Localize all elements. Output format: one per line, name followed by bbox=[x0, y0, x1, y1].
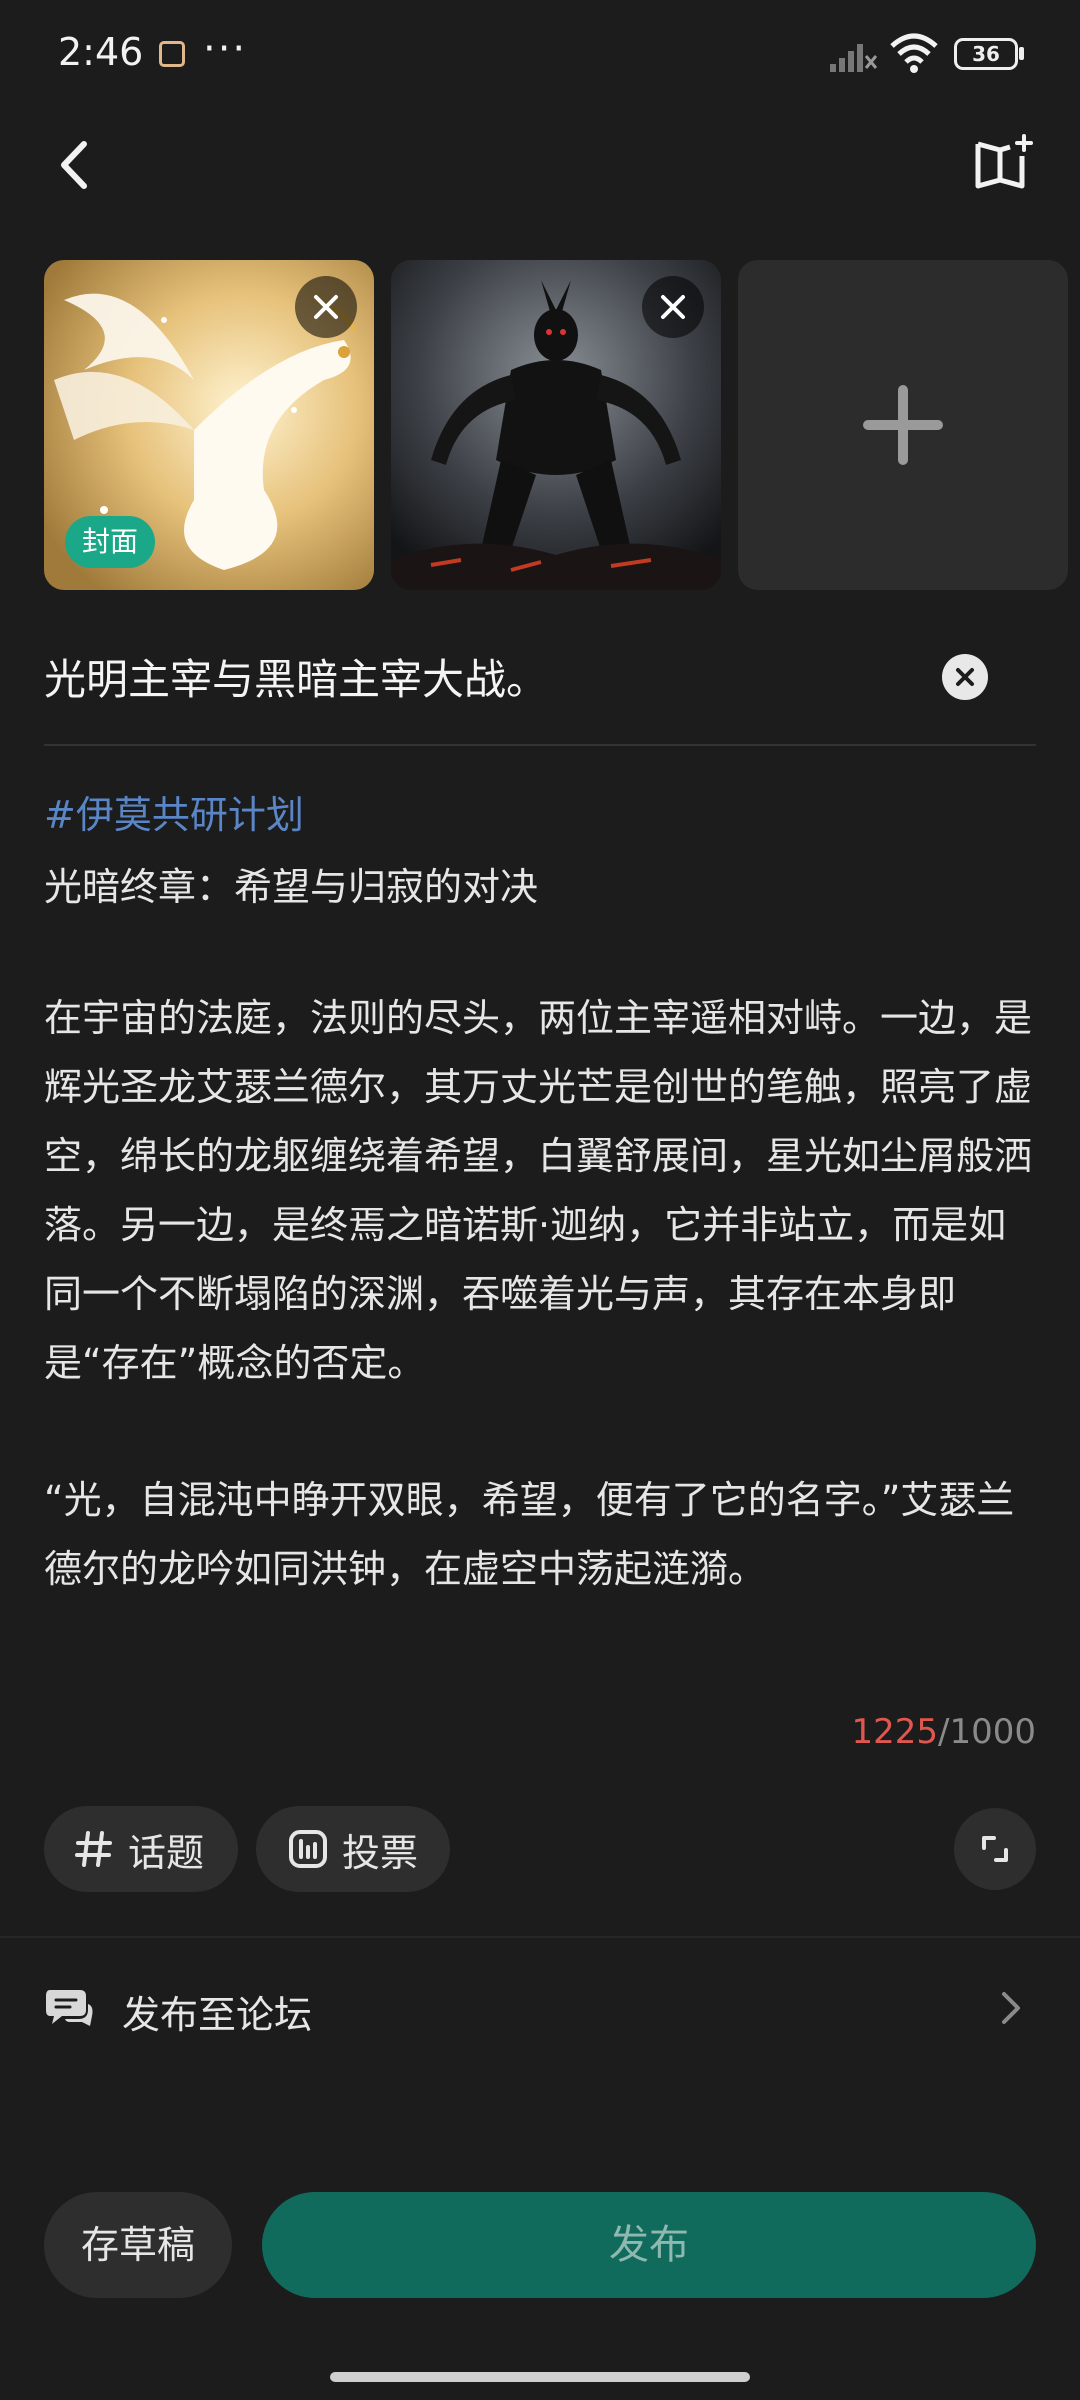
add-image-button[interactable] bbox=[738, 260, 1068, 590]
vote-icon bbox=[289, 1830, 327, 1868]
battery-icon: 36 bbox=[954, 38, 1018, 70]
title-divider bbox=[44, 744, 1036, 746]
clear-title-button[interactable] bbox=[942, 654, 988, 700]
chevron-right-icon bbox=[1002, 1992, 1020, 2024]
clear-icon bbox=[956, 668, 974, 686]
app-badge-icon bbox=[159, 41, 185, 67]
close-icon bbox=[314, 295, 338, 319]
book-add-icon[interactable] bbox=[964, 130, 1044, 200]
battery-tip bbox=[1019, 47, 1024, 60]
post-title-input[interactable]: 光明主宰与黑暗主宰大战。 bbox=[44, 646, 548, 707]
expand-icon bbox=[982, 1836, 1008, 1862]
back-arrow-icon[interactable] bbox=[44, 130, 114, 200]
vote-chip[interactable]: 投票 bbox=[256, 1806, 450, 1892]
remove-image-2-button[interactable] bbox=[642, 276, 704, 338]
topic-chip[interactable]: 话题 bbox=[44, 1806, 238, 1892]
home-indicator[interactable] bbox=[330, 2372, 750, 2382]
wifi-icon bbox=[890, 33, 938, 73]
post-paragraph-2[interactable]: “光，自混沌中睁开双眼，希望，便有了它的名字。”艾瑟兰德尔的龙吟如同洪钟，在虚空… bbox=[44, 1466, 1044, 1604]
forum-icon bbox=[46, 1990, 93, 2026]
post-paragraph-1[interactable]: 在宇宙的法庭，法则的尽头，两位主宰遥相对峙。一边，是辉光圣龙艾瑟兰德尔，其万丈光… bbox=[44, 984, 1044, 1398]
char-limit: /1000 bbox=[938, 1712, 1036, 1752]
hash-icon bbox=[75, 1831, 112, 1867]
status-bar: 2:46 ··· 36 bbox=[0, 0, 1080, 105]
status-time: 2:46 bbox=[58, 30, 144, 74]
close-icon bbox=[661, 295, 685, 319]
section-divider bbox=[0, 1936, 1080, 1938]
publish-to-forum-label: 发布至论坛 bbox=[122, 1993, 313, 2037]
char-count: 1225 bbox=[851, 1712, 939, 1752]
publish-button[interactable]: 发布 bbox=[262, 2192, 1036, 2298]
topic-tag[interactable]: #伊莫共研计划 bbox=[44, 784, 304, 839]
topic-chip-label: 话题 bbox=[128, 1830, 205, 1875]
vote-chip-label: 投票 bbox=[342, 1830, 419, 1875]
status-more: ··· bbox=[203, 26, 248, 72]
signal-icon bbox=[830, 44, 878, 72]
save-draft-button[interactable]: 存草稿 bbox=[44, 2192, 232, 2298]
cover-badge: 封面 bbox=[65, 516, 155, 568]
char-counter: 1225/1000 bbox=[851, 1712, 1036, 1752]
plus-icon bbox=[863, 385, 943, 465]
post-subtitle: 光暗终章：希望与归寂的对决 bbox=[44, 865, 539, 909]
expand-editor-button[interactable] bbox=[954, 1808, 1036, 1890]
remove-image-1-button[interactable] bbox=[295, 276, 357, 338]
